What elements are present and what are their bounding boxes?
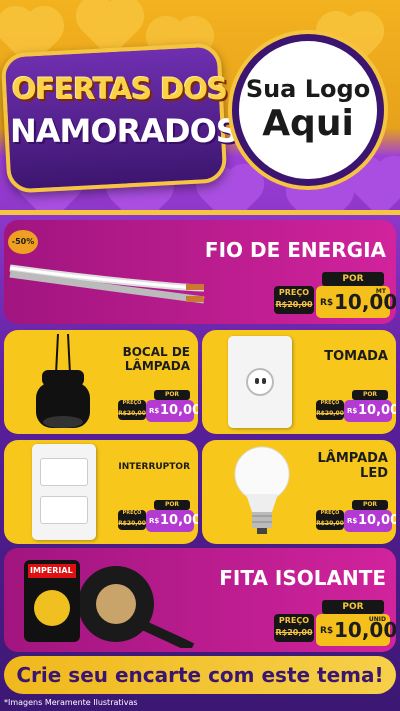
product-card-fita[interactable]: IMPERIAL FITA ISOLANTE POR PREÇO R$20,00… xyxy=(4,548,396,652)
por-label: POR xyxy=(352,500,388,510)
footnote: *Imagens Meramente Ilustrativas xyxy=(4,698,138,707)
price-value: 10,00 xyxy=(358,403,396,418)
product-title: FIO DE ENERGIA xyxy=(204,238,386,262)
logo-line2: Aqui xyxy=(262,103,354,144)
currency: R$ xyxy=(320,298,334,308)
preco-label: PREÇO xyxy=(320,400,340,406)
por-label: POR xyxy=(352,390,388,400)
title-line1: BOCAL DE xyxy=(122,345,190,359)
por-label: POR xyxy=(154,500,190,510)
heart-icon xyxy=(351,161,400,210)
currency: R$ xyxy=(149,517,160,525)
product-title: INTERRUPTOR xyxy=(118,462,190,472)
old-price: R$20,00 xyxy=(316,520,344,527)
price-value: 10,00 xyxy=(160,513,198,528)
bulb-image xyxy=(234,446,290,534)
old-price: R$20,00 xyxy=(316,410,344,417)
product-title: FITA ISOLANTE xyxy=(219,566,386,590)
new-price: R$ 10,00 xyxy=(146,400,198,422)
currency: R$ xyxy=(149,407,160,415)
title-line2: LED xyxy=(360,465,388,481)
product-card-lampada[interactable]: LÂMPADA LED POR PREÇO R$20,00 R$ 10,00 xyxy=(202,440,396,544)
new-price: R$ 10,00 UNID xyxy=(316,614,396,646)
product-title: TOMADA xyxy=(324,349,388,364)
preco-label: PREÇO xyxy=(320,510,340,516)
title-line2: LÂMPADA xyxy=(124,358,190,373)
price-value: 10,00 xyxy=(334,290,396,314)
product-card-interruptor[interactable]: INTERRUPTOR POR PREÇO R$20,00 R$ 10,00 xyxy=(4,440,198,544)
price-value: 10,00 xyxy=(160,403,198,418)
price-value: 10,00 xyxy=(334,618,396,642)
cta-button[interactable]: Crie seu encarte com este tema! xyxy=(4,656,396,694)
new-price: R$ 10,00 MT xyxy=(316,286,396,318)
preco-label: PREÇO xyxy=(278,616,310,625)
switch-image xyxy=(32,444,96,540)
preco-label: PREÇO xyxy=(122,400,142,406)
por-label: POR xyxy=(322,272,384,286)
logo-line1: Sua Logo xyxy=(245,75,371,103)
wire-image xyxy=(9,264,205,304)
old-price: R$20,00 xyxy=(275,300,313,309)
logo-placeholder[interactable]: Sua Logo Aqui xyxy=(232,34,384,186)
new-price: R$ 10,00 xyxy=(146,510,198,532)
discount-badge: -50% xyxy=(8,230,38,254)
por-label: POR xyxy=(154,390,190,400)
preco-label: PREÇO xyxy=(122,510,142,516)
old-price: R$20,00 xyxy=(275,628,313,637)
product-card-tomada[interactable]: TOMADA POR PREÇO R$20,00 R$ 10,00 xyxy=(202,330,396,434)
product-title: BOCAL DE LÂMPADA xyxy=(122,345,190,374)
product-card-bocal[interactable]: BOCAL DE LÂMPADA POR PREÇO R$20,00 R$ 10… xyxy=(4,330,198,434)
product-title: LÂMPADA LED xyxy=(317,451,388,482)
currency: R$ xyxy=(320,626,334,636)
title-line1: LÂMPADA xyxy=(317,451,388,466)
product-card-fio[interactable]: FIO DE ENERGIA POR PREÇO R$20,00 R$ 10,0… xyxy=(4,220,396,324)
old-price: R$20,00 xyxy=(118,520,146,527)
currency: R$ xyxy=(347,517,358,525)
divider xyxy=(0,210,400,215)
outlet-image xyxy=(228,336,292,428)
currency: R$ xyxy=(347,407,358,415)
badge-line1: OFERTAS DOS xyxy=(12,72,228,106)
hero-banner: OFERTAS DOS NAMORADOS Sua Logo Aqui xyxy=(0,0,400,210)
new-price: R$ 10,00 xyxy=(344,400,396,422)
price-value: 10,00 xyxy=(358,513,396,528)
old-price: R$20,00 xyxy=(118,410,146,417)
preco-label: PREÇO xyxy=(278,288,310,297)
badge-line2: NAMORADOS xyxy=(10,112,239,150)
tape-brand: IMPERIAL xyxy=(30,566,73,575)
price-unit: UNID xyxy=(368,616,386,623)
socket-image xyxy=(36,334,90,428)
por-label: POR xyxy=(322,600,384,614)
price-unit: MT xyxy=(375,288,386,295)
new-price: R$ 10,00 xyxy=(344,510,396,532)
